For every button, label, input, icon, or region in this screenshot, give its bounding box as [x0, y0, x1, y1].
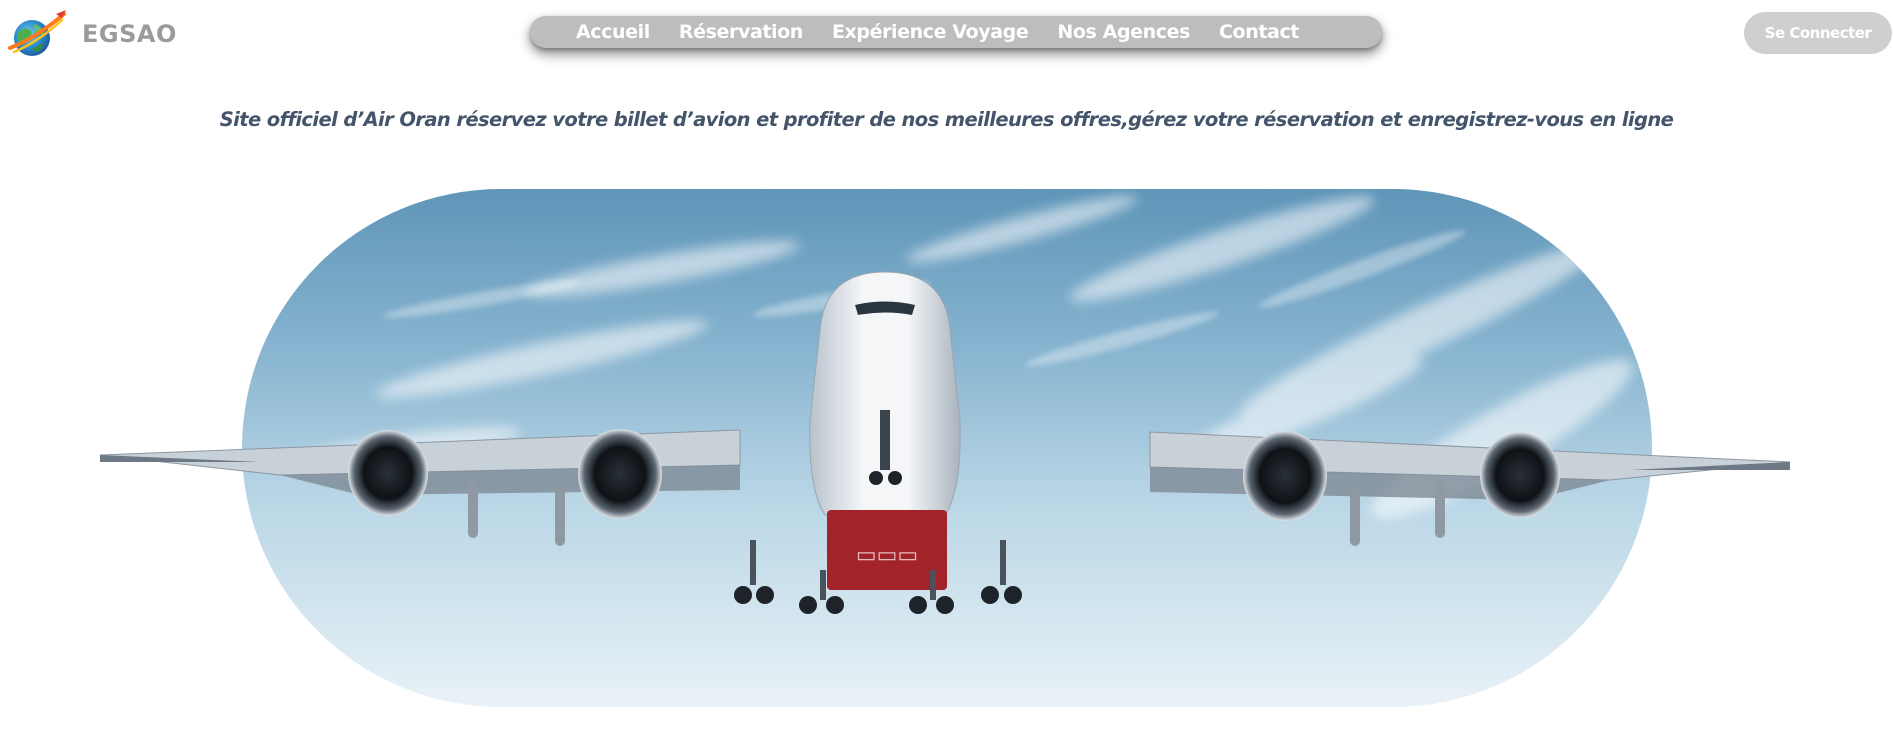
nav-item-contact[interactable]: Contact	[1219, 21, 1299, 43]
login-button[interactable]: Se Connecter	[1744, 12, 1892, 54]
nav-item-reservation[interactable]: Réservation	[679, 21, 803, 43]
sky-clouds	[283, 195, 1633, 519]
nav-item-nos-agences[interactable]: Nos Agences	[1057, 21, 1190, 43]
logo[interactable]: EGSAO	[6, 8, 177, 60]
tagline: Site officiel d’Air Oran réservez votre …	[219, 108, 1674, 131]
nav-item-experience-voyage[interactable]: Expérience Voyage	[832, 21, 1029, 43]
brand-name: EGSAO	[82, 20, 177, 48]
hero-image	[242, 189, 1652, 707]
page: EGSAO Accueil Réservation Expérience Voy…	[0, 0, 1893, 753]
globe-plane-logo-icon	[8, 10, 66, 56]
nav-item-accueil[interactable]: Accueil	[576, 21, 650, 43]
main-nav: Accueil Réservation Expérience Voyage No…	[530, 16, 1382, 48]
